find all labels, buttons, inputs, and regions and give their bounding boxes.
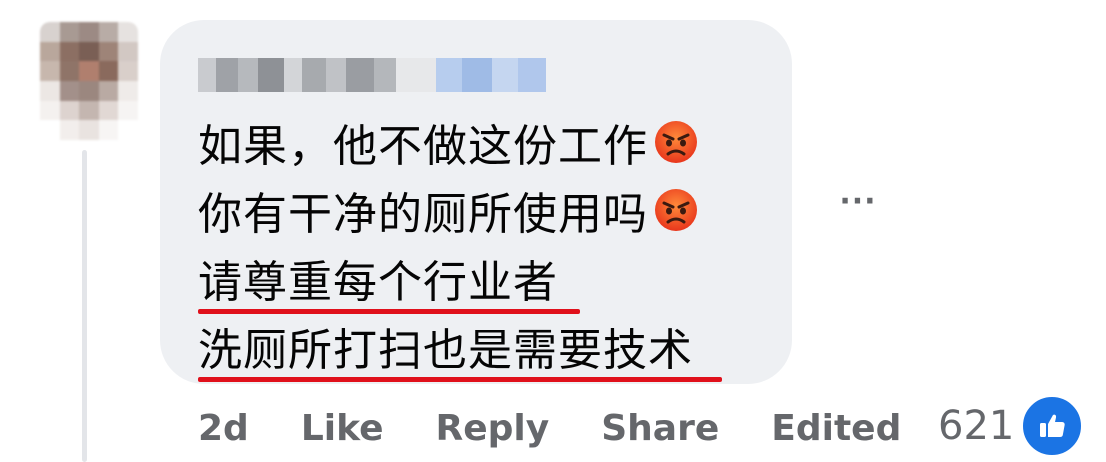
timestamp[interactable]: 2d [198,408,249,449]
comment-line-4-text: 洗厕所打扫也是需要技术 [198,325,693,376]
comment-line-1-text: 如果，他不做这份工作 [198,121,648,172]
comment-actions: 2d Like Reply Share Edited [198,403,953,453]
author-name-redacted[interactable] [198,58,548,92]
reply-button[interactable]: Reply [436,408,550,449]
comment-line-2-text: 你有干净的厕所使用吗 [198,189,648,240]
comment-line-2: 你有干净的厕所使用吗 [198,176,698,244]
comment-bubble: 如果，他不做这份工作 你有干净的厕所使用吗 请尊重每个行业者 洗厕所打扫也是需要… [160,20,792,384]
edited-label[interactable]: Edited [771,408,901,449]
more-options-icon[interactable]: ··· [836,182,880,222]
pouting-face-emoji [654,120,698,164]
thread-connector [82,150,87,462]
comment-line-4: 洗厕所打扫也是需要技术 [198,312,722,382]
reaction-count: 621 [938,403,1015,449]
red-underline [198,377,722,382]
avatar[interactable] [40,22,138,140]
like-button[interactable]: Like [301,408,384,449]
pouting-face-emoji [654,188,698,232]
comment-text: 如果，他不做这份工作 你有干净的厕所使用吗 请尊重每个行业者 洗厕所打扫也是需要… [198,108,722,382]
reaction-summary[interactable]: 621 [938,394,1085,458]
share-button[interactable]: Share [601,408,719,449]
comment-line-1: 如果，他不做这份工作 [198,108,698,176]
comment-line-3-text: 请尊重每个行业者 [198,257,558,308]
comment-line-3: 请尊重每个行业者 [198,244,698,314]
like-thumb-icon [1020,394,1085,458]
